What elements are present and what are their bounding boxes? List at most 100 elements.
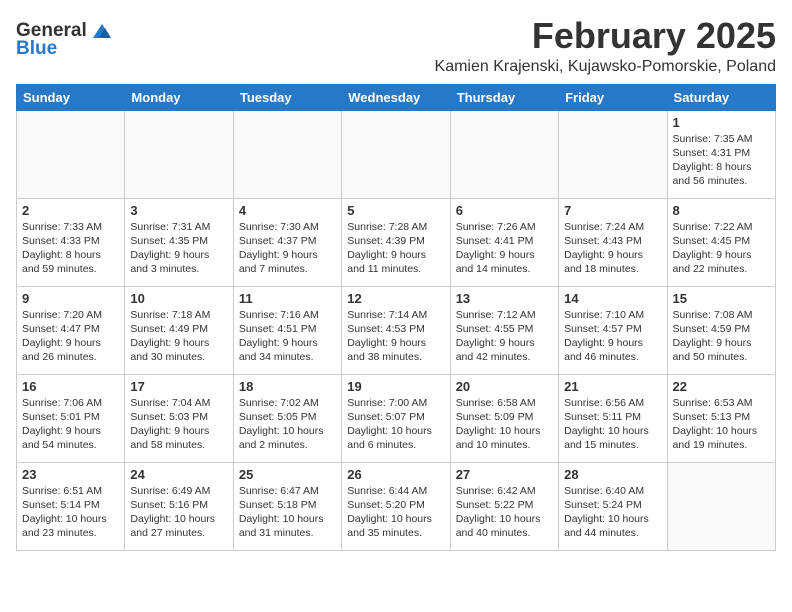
calendar-cell: 9 Sunrise: 7:20 AM Sunset: 4:47 PM Daylig… (17, 286, 125, 374)
day-info: Sunrise: 6:51 AM Sunset: 5:14 PM Dayligh… (22, 484, 119, 541)
calendar-cell: 3 Sunrise: 7:31 AM Sunset: 4:35 PM Daylig… (125, 198, 233, 286)
calendar-cell: 5Sunrise: 7:28 AM Sunset: 4:39 PM Daylig… (342, 198, 450, 286)
day-info: Sunrise: 6:47 AM Sunset: 5:18 PM Dayligh… (239, 484, 336, 541)
weekday-header: Saturday (667, 84, 775, 110)
day-info: Sunrise: 6:49 AM Sunset: 5:16 PM Dayligh… (130, 484, 227, 541)
day-info: Sunrise: 6:56 AM Sunset: 5:11 PM Dayligh… (564, 396, 661, 453)
day-number: 4 (239, 203, 336, 218)
location-subtitle: Kamien Krajenski, Kujawsko-Pomorskie, Po… (435, 58, 776, 76)
day-number: 13 (456, 291, 553, 306)
day-number: 7 (564, 203, 661, 218)
calendar-cell: 21 Sunrise: 6:56 AM Sunset: 5:11 PM Dayli… (559, 374, 667, 462)
calendar-cell: 24 Sunrise: 6:49 AM Sunset: 5:16 PM Dayli… (125, 462, 233, 550)
calendar-cell: 6 Sunrise: 7:26 AM Sunset: 4:41 PM Daylig… (450, 198, 558, 286)
calendar-cell: 27 Sunrise: 6:42 AM Sunset: 5:22 PM Dayli… (450, 462, 558, 550)
day-number: 15 (673, 291, 770, 306)
calendar-cell (450, 110, 558, 198)
day-info: Sunrise: 6:58 AM Sunset: 5:09 PM Dayligh… (456, 396, 553, 453)
calendar-cell: 4 Sunrise: 7:30 AM Sunset: 4:37 PM Daylig… (233, 198, 341, 286)
calendar-cell: 16 Sunrise: 7:06 AM Sunset: 5:01 PM Dayli… (17, 374, 125, 462)
day-info: Sunrise: 7:00 AM Sunset: 5:07 PM Dayligh… (347, 396, 444, 453)
calendar-cell (559, 110, 667, 198)
day-number: 22 (673, 379, 770, 394)
month-title: February 2025 (435, 16, 776, 56)
day-info: Sunrise: 7:08 AM Sunset: 4:59 PM Dayligh… (673, 308, 770, 365)
calendar-cell: 20 Sunrise: 6:58 AM Sunset: 5:09 PM Dayli… (450, 374, 558, 462)
calendar-cell: 10 Sunrise: 7:18 AM Sunset: 4:49 PM Dayli… (125, 286, 233, 374)
calendar-cell: 14Sunrise: 7:10 AM Sunset: 4:57 PM Dayli… (559, 286, 667, 374)
day-number: 10 (130, 291, 227, 306)
header: General Blue February 2025 Kamien Krajen… (16, 16, 776, 76)
day-number: 23 (22, 467, 119, 482)
day-number: 21 (564, 379, 661, 394)
day-number: 19 (347, 379, 444, 394)
weekday-header: Sunday (17, 84, 125, 110)
day-info: Sunrise: 7:16 AM Sunset: 4:51 PM Dayligh… (239, 308, 336, 365)
day-info: Sunrise: 7:12 AM Sunset: 4:55 PM Dayligh… (456, 308, 553, 365)
day-number: 3 (130, 203, 227, 218)
calendar-header-row: SundayMondayTuesdayWednesdayThursdayFrid… (17, 84, 776, 110)
calendar-week-row: 1 Sunrise: 7:35 AM Sunset: 4:31 PM Daylig… (17, 110, 776, 198)
day-info: Sunrise: 7:30 AM Sunset: 4:37 PM Dayligh… (239, 220, 336, 277)
day-number: 9 (22, 291, 119, 306)
calendar-cell: 28 Sunrise: 6:40 AM Sunset: 5:24 PM Dayli… (559, 462, 667, 550)
calendar-table: SundayMondayTuesdayWednesdayThursdayFrid… (16, 84, 776, 551)
day-number: 20 (456, 379, 553, 394)
day-info: Sunrise: 6:40 AM Sunset: 5:24 PM Dayligh… (564, 484, 661, 541)
day-number: 25 (239, 467, 336, 482)
calendar-cell: 15 Sunrise: 7:08 AM Sunset: 4:59 PM Dayli… (667, 286, 775, 374)
day-number: 27 (456, 467, 553, 482)
logo-icon (91, 22, 113, 40)
day-number: 2 (22, 203, 119, 218)
weekday-header: Wednesday (342, 84, 450, 110)
calendar-cell: 12 Sunrise: 7:14 AM Sunset: 4:53 PM Dayli… (342, 286, 450, 374)
day-number: 12 (347, 291, 444, 306)
day-info: Sunrise: 7:24 AM Sunset: 4:43 PM Dayligh… (564, 220, 661, 277)
day-number: 26 (347, 467, 444, 482)
day-info: Sunrise: 7:20 AM Sunset: 4:47 PM Dayligh… (22, 308, 119, 365)
calendar-week-row: 2 Sunrise: 7:33 AM Sunset: 4:33 PM Daylig… (17, 198, 776, 286)
calendar-cell (342, 110, 450, 198)
calendar-cell: 18 Sunrise: 7:02 AM Sunset: 5:05 PM Dayli… (233, 374, 341, 462)
day-number: 14 (564, 291, 661, 306)
day-info: Sunrise: 7:28 AM Sunset: 4:39 PM Dayligh… (347, 220, 444, 277)
day-number: 24 (130, 467, 227, 482)
calendar-cell (667, 462, 775, 550)
calendar-cell: 8 Sunrise: 7:22 AM Sunset: 4:45 PM Daylig… (667, 198, 775, 286)
calendar-cell: 13 Sunrise: 7:12 AM Sunset: 4:55 PM Dayli… (450, 286, 558, 374)
day-info: Sunrise: 7:31 AM Sunset: 4:35 PM Dayligh… (130, 220, 227, 277)
day-info: Sunrise: 7:35 AM Sunset: 4:31 PM Dayligh… (673, 132, 770, 189)
day-info: Sunrise: 7:33 AM Sunset: 4:33 PM Dayligh… (22, 220, 119, 277)
calendar-cell: 19 Sunrise: 7:00 AM Sunset: 5:07 PM Dayli… (342, 374, 450, 462)
calendar-cell: 11 Sunrise: 7:16 AM Sunset: 4:51 PM Dayli… (233, 286, 341, 374)
day-info: Sunrise: 6:42 AM Sunset: 5:22 PM Dayligh… (456, 484, 553, 541)
weekday-header: Tuesday (233, 84, 341, 110)
calendar-week-row: 16 Sunrise: 7:06 AM Sunset: 5:01 PM Dayli… (17, 374, 776, 462)
day-number: 16 (22, 379, 119, 394)
day-number: 1 (673, 115, 770, 130)
day-info: Sunrise: 7:14 AM Sunset: 4:53 PM Dayligh… (347, 308, 444, 365)
day-number: 8 (673, 203, 770, 218)
calendar-cell: 1 Sunrise: 7:35 AM Sunset: 4:31 PM Daylig… (667, 110, 775, 198)
calendar-week-row: 23 Sunrise: 6:51 AM Sunset: 5:14 PM Dayli… (17, 462, 776, 550)
calendar-cell (233, 110, 341, 198)
day-info: Sunrise: 7:04 AM Sunset: 5:03 PM Dayligh… (130, 396, 227, 453)
day-number: 11 (239, 291, 336, 306)
calendar-week-row: 9 Sunrise: 7:20 AM Sunset: 4:47 PM Daylig… (17, 286, 776, 374)
day-info: Sunrise: 7:18 AM Sunset: 4:49 PM Dayligh… (130, 308, 227, 365)
day-info: Sunrise: 7:06 AM Sunset: 5:01 PM Dayligh… (22, 396, 119, 453)
day-info: Sunrise: 7:02 AM Sunset: 5:05 PM Dayligh… (239, 396, 336, 453)
day-info: Sunrise: 7:22 AM Sunset: 4:45 PM Dayligh… (673, 220, 770, 277)
day-number: 28 (564, 467, 661, 482)
logo-blue: Blue (16, 38, 57, 60)
logo: General Blue (16, 20, 113, 60)
weekday-header: Thursday (450, 84, 558, 110)
calendar-cell: 25 Sunrise: 6:47 AM Sunset: 5:18 PM Dayli… (233, 462, 341, 550)
calendar-cell: 22Sunrise: 6:53 AM Sunset: 5:13 PM Dayli… (667, 374, 775, 462)
calendar-cell: 26Sunrise: 6:44 AM Sunset: 5:20 PM Dayli… (342, 462, 450, 550)
calendar-cell: 23 Sunrise: 6:51 AM Sunset: 5:14 PM Dayli… (17, 462, 125, 550)
calendar-cell: 7 Sunrise: 7:24 AM Sunset: 4:43 PM Daylig… (559, 198, 667, 286)
day-info: Sunrise: 7:26 AM Sunset: 4:41 PM Dayligh… (456, 220, 553, 277)
day-number: 6 (456, 203, 553, 218)
day-number: 18 (239, 379, 336, 394)
